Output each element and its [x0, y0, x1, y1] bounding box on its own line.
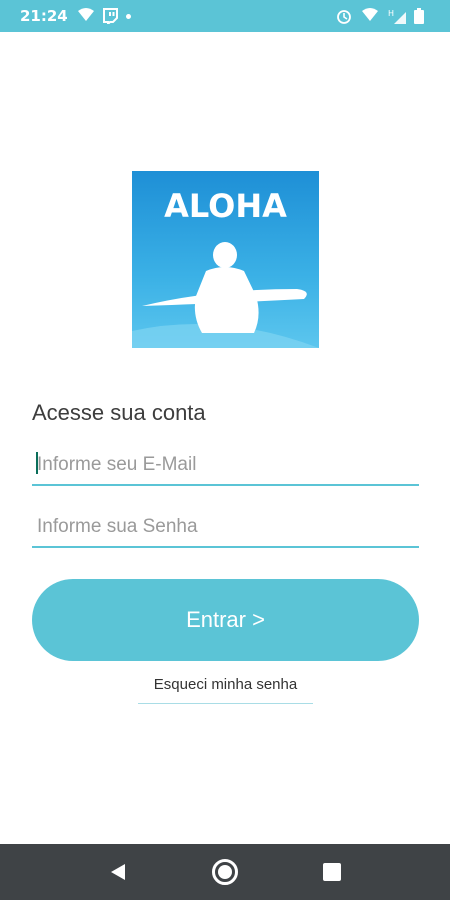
password-field[interactable]	[32, 508, 419, 548]
wifi-icon	[362, 8, 378, 24]
recents-icon	[323, 863, 341, 881]
twitch-icon	[102, 8, 118, 27]
back-icon	[111, 864, 125, 880]
dot-icon	[126, 13, 131, 19]
alarm-icon	[336, 8, 352, 24]
signal-h-icon: H	[388, 8, 406, 24]
login-button[interactable]: Entrar >	[32, 579, 419, 661]
home-button[interactable]	[195, 844, 255, 900]
forgot-password-link[interactable]: Esqueci minha senha	[138, 676, 313, 704]
recents-button[interactable]	[302, 844, 362, 900]
email-field[interactable]	[32, 446, 419, 486]
wifi-icon	[78, 8, 94, 24]
status-time: 21:24	[20, 7, 68, 25]
login-title: Acesse sua conta	[32, 400, 206, 425]
back-button[interactable]	[88, 844, 148, 900]
text-cursor	[36, 452, 38, 474]
svg-text:H: H	[388, 9, 394, 18]
status-bar: 21:24 H	[0, 0, 450, 32]
navigation-bar	[0, 844, 450, 900]
logo-text: ALOHA	[164, 187, 287, 225]
battery-icon	[414, 8, 430, 24]
app-logo: ALOHA	[132, 171, 319, 348]
home-icon	[212, 859, 238, 885]
